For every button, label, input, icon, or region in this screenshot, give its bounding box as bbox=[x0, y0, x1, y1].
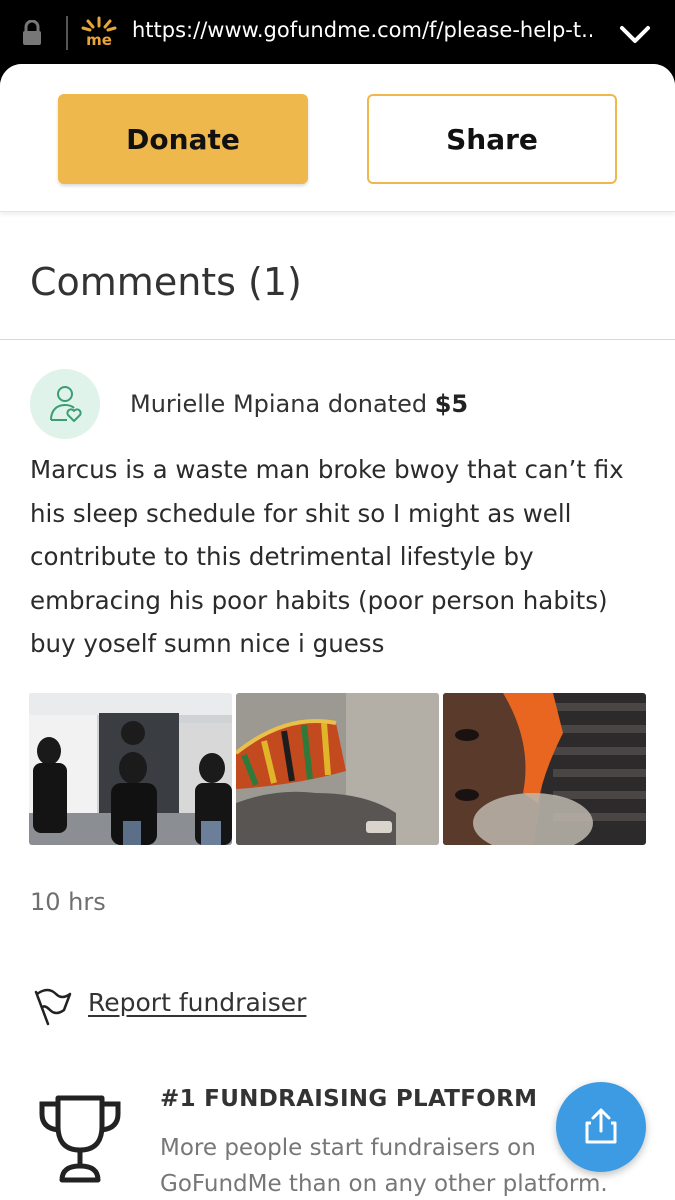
comment-photo-3[interactable] bbox=[443, 693, 646, 845]
url-text[interactable]: https://www.gofundme.com/f/please-help-t… bbox=[132, 18, 592, 42]
comment-photo-1[interactable] bbox=[29, 693, 232, 845]
svg-text:me: me bbox=[86, 31, 112, 48]
share-icon bbox=[585, 1108, 617, 1144]
donated-word: donated bbox=[327, 390, 428, 418]
share-fab-button[interactable] bbox=[556, 1082, 646, 1172]
promo-text: More people start fundraisers on GoFundM… bbox=[160, 1135, 608, 1197]
page-sheet: Donate Share Comments (1) Murielle Mpian… bbox=[0, 64, 675, 1200]
donation-amount: $5 bbox=[434, 390, 469, 418]
comment-text: Marcus is a waste man broke bwoy that ca… bbox=[30, 455, 624, 658]
report-fundraiser-link[interactable]: Report fundraiser bbox=[88, 988, 306, 1017]
site-logo: me bbox=[81, 16, 117, 48]
user-heart-icon bbox=[50, 386, 82, 422]
browser-address-bar: me https://www.gofundme.com/f/please-hel… bbox=[0, 0, 675, 68]
comments-heading: Comments (1) bbox=[30, 260, 302, 304]
comments-divider bbox=[0, 339, 675, 340]
address-bar-divider bbox=[66, 16, 68, 50]
donor-name: Murielle Mpiana bbox=[130, 390, 321, 418]
donate-button[interactable]: Donate bbox=[58, 94, 308, 184]
comment-photo-2[interactable] bbox=[236, 693, 439, 845]
share-button[interactable]: Share bbox=[367, 94, 617, 184]
chevron-down-icon[interactable] bbox=[618, 22, 652, 46]
avatar bbox=[30, 369, 100, 439]
lock-icon bbox=[23, 20, 41, 45]
comment-timestamp: 10 hrs bbox=[30, 888, 106, 916]
trophy-icon bbox=[39, 1095, 121, 1183]
donor-line: Murielle Mpiana donated $5 bbox=[130, 390, 468, 418]
cta-bar: Donate Share bbox=[0, 64, 675, 212]
promo-title: #1 FUNDRAISING PLATFORM bbox=[160, 1086, 538, 1112]
flag-icon[interactable] bbox=[32, 986, 72, 1026]
